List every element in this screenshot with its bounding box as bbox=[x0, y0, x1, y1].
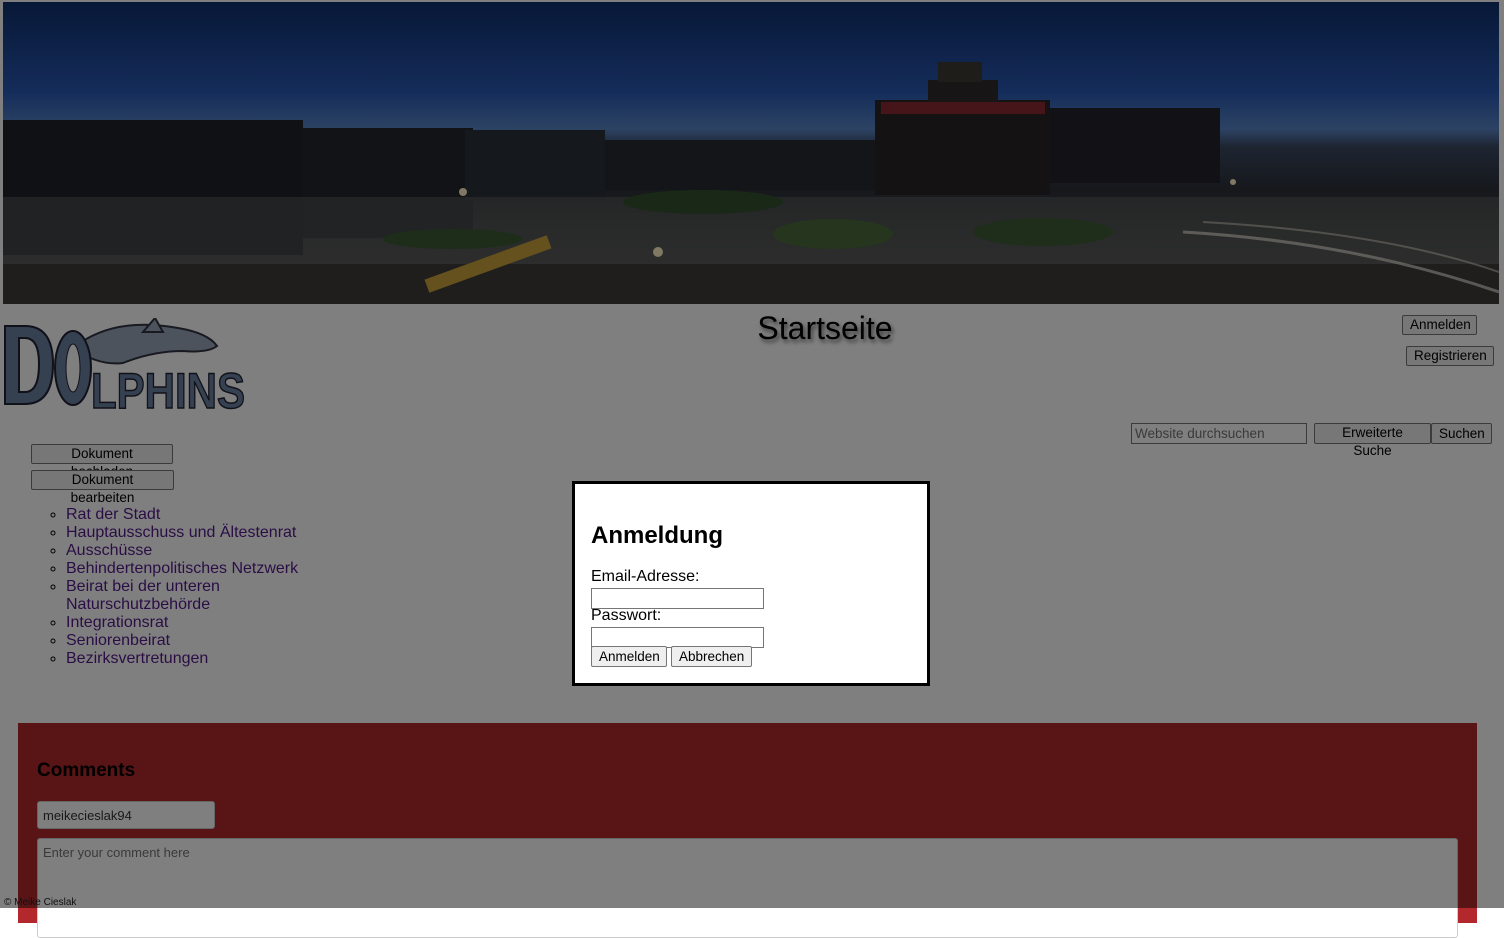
login-modal: Anmeldung Email-Adresse: Passwort: Anmel… bbox=[572, 481, 930, 686]
modal-overlay[interactable] bbox=[0, 0, 1504, 908]
email-field[interactable] bbox=[591, 588, 764, 609]
modal-title: Anmeldung bbox=[591, 522, 723, 549]
page: LPHINS Startseite Anmelden Registrieren … bbox=[0, 0, 1504, 938]
email-label: Email-Adresse: bbox=[591, 568, 700, 585]
modal-login-button[interactable]: Anmelden bbox=[591, 646, 667, 667]
modal-cancel-button[interactable]: Abbrechen bbox=[671, 646, 752, 667]
password-label: Passwort: bbox=[591, 607, 662, 624]
password-field[interactable] bbox=[591, 627, 764, 648]
